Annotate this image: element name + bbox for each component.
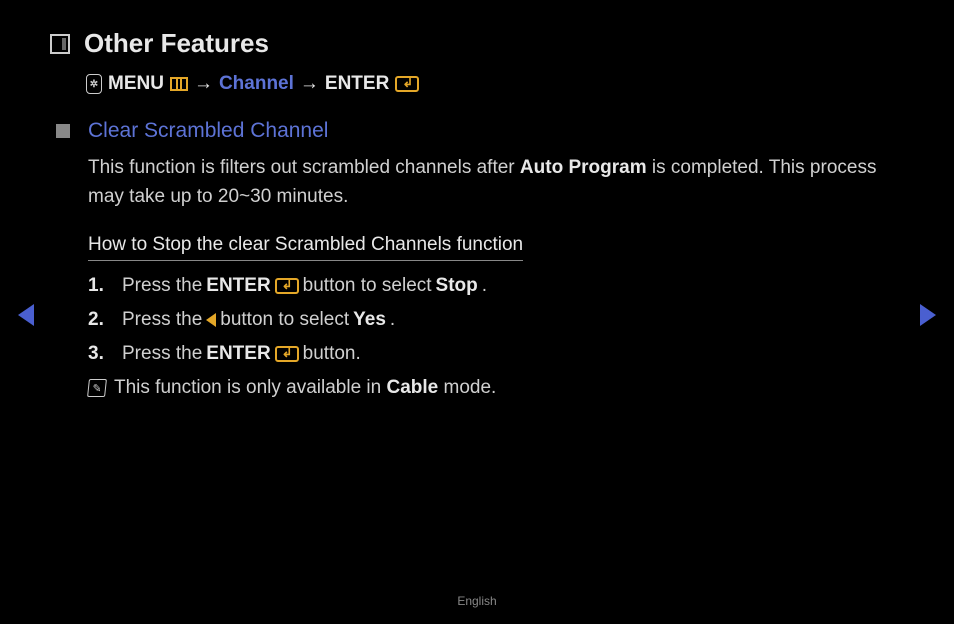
left-arrow-icon [206,313,216,327]
section-heading: Clear Scrambled Channel [88,119,328,143]
note: ✎ This function is only available in Cab… [88,377,904,399]
square-bullet-icon [56,124,70,138]
breadcrumb-enter: ENTER [325,73,389,95]
enter-icon [275,346,299,362]
remote-icon: ✲ [86,74,102,94]
prev-page-button[interactable] [18,304,34,326]
footer-language: English [0,594,954,608]
subheading: How to Stop the clear Scrambled Channels… [88,234,523,261]
enter-icon [275,278,299,294]
steps-list: 1. Press the ENTER button to select Stop… [88,275,904,365]
next-page-button[interactable] [920,304,936,326]
breadcrumb-menu: MENU [108,73,164,95]
chevron-left-icon [18,304,34,326]
menu-grid-icon [170,77,188,91]
book-icon [50,34,70,54]
section-description: This function is filters out scrambled c… [88,153,904,212]
breadcrumb: ✲ MENU → Channel → ENTER [86,73,904,95]
arrow-icon: → [194,73,213,95]
step-3: 3. Press the ENTER button. [88,343,904,365]
auto-program-link: Auto Program [520,157,647,178]
arrow-icon: → [300,73,319,95]
breadcrumb-channel: Channel [219,73,294,95]
page-title: Other Features [84,28,269,59]
enter-icon [395,76,419,92]
step-1: 1. Press the ENTER button to select Stop… [88,275,904,297]
step-2: 2. Press the button to select Yes. [88,309,904,331]
chevron-right-icon [920,304,936,326]
note-icon: ✎ [87,379,107,397]
